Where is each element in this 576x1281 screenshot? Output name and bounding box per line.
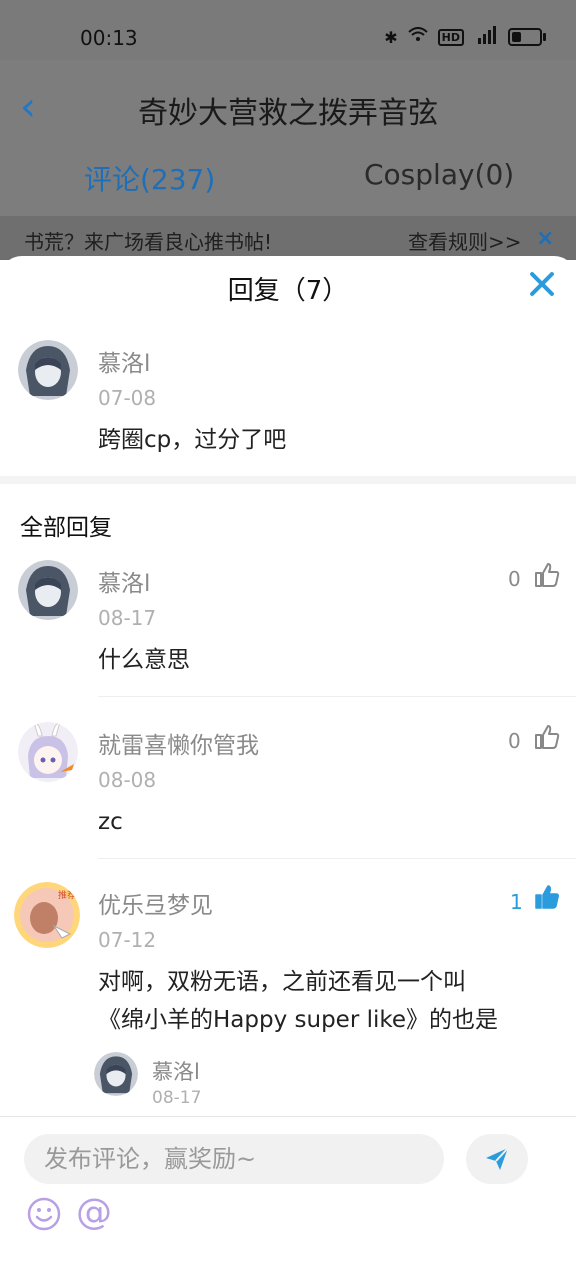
reply-text: 什么意思 bbox=[98, 647, 190, 673]
thumbs-up-icon[interactable] bbox=[534, 562, 562, 590]
avatar[interactable] bbox=[94, 1052, 138, 1096]
reply-text-line2: 《绵小羊的Happy super like》的也是 bbox=[98, 1007, 499, 1033]
divider bbox=[98, 696, 576, 697]
reply-date: 08-08 bbox=[98, 768, 157, 792]
close-icon[interactable] bbox=[526, 268, 558, 300]
avatar[interactable] bbox=[18, 340, 78, 400]
section-title: 全部回复 bbox=[20, 515, 112, 541]
divider bbox=[0, 476, 576, 484]
emoji-icon[interactable] bbox=[26, 1196, 62, 1232]
reply-name[interactable]: 优乐弖梦见 bbox=[98, 886, 213, 920]
send-icon bbox=[486, 1147, 509, 1170]
comment-text: 跨圈cp，过分了吧 bbox=[98, 427, 287, 453]
nested-reply-date: 08-17 bbox=[152, 1088, 202, 1108]
thumbs-up-filled-icon[interactable] bbox=[534, 884, 562, 912]
divider bbox=[98, 858, 576, 859]
comment-date: 07-08 bbox=[98, 386, 157, 410]
like-count: 1 bbox=[510, 890, 523, 914]
comment-input[interactable] bbox=[24, 1134, 444, 1184]
reply-text: zc bbox=[98, 809, 123, 835]
bluetooth-icon: ✱ bbox=[384, 27, 398, 47]
page-title: 奇妙大营救之拨弄音弦 bbox=[138, 96, 438, 131]
reply-text-line1: 对啊，双粉无语，之前还看见一个叫 bbox=[98, 969, 466, 995]
banner-close-icon[interactable]: × bbox=[536, 226, 554, 251]
hd-icon: HD bbox=[437, 28, 464, 46]
status-time: 00:13 bbox=[80, 26, 138, 50]
commenter-name[interactable]: 慕洛l bbox=[98, 344, 150, 378]
sheet-title: 回复（7） bbox=[227, 276, 349, 306]
avatar[interactable] bbox=[18, 722, 78, 782]
mention-icon[interactable]: @ bbox=[76, 1192, 112, 1233]
wifi-icon bbox=[407, 27, 428, 47]
status-icons: ✱ HD bbox=[384, 26, 546, 48]
battery-icon bbox=[508, 28, 546, 46]
nested-reply-name[interactable]: 慕洛l bbox=[152, 1056, 200, 1086]
send-button[interactable] bbox=[466, 1134, 528, 1184]
like-count: 0 bbox=[508, 729, 521, 753]
avatar[interactable]: 推荐 bbox=[14, 882, 80, 948]
5g-signal-icon bbox=[474, 26, 498, 48]
reply-date: 08-17 bbox=[98, 606, 157, 630]
thumbs-up-icon[interactable] bbox=[534, 724, 562, 752]
banner-text[interactable]: 书荒？来广场看良心推书帖! bbox=[24, 226, 272, 255]
like-count: 0 bbox=[508, 567, 521, 591]
reply-name[interactable]: 慕洛l bbox=[98, 564, 150, 598]
avatar[interactable] bbox=[18, 560, 78, 620]
banner-rules-link[interactable]: 查看规则>> bbox=[408, 226, 522, 255]
reply-date: 07-12 bbox=[98, 928, 157, 952]
reply-name[interactable]: 就雷喜懒你管我 bbox=[98, 726, 259, 760]
tab-comments[interactable]: 评论(237) bbox=[84, 158, 215, 198]
tab-cosplay[interactable]: Cosplay(0) bbox=[364, 158, 514, 191]
